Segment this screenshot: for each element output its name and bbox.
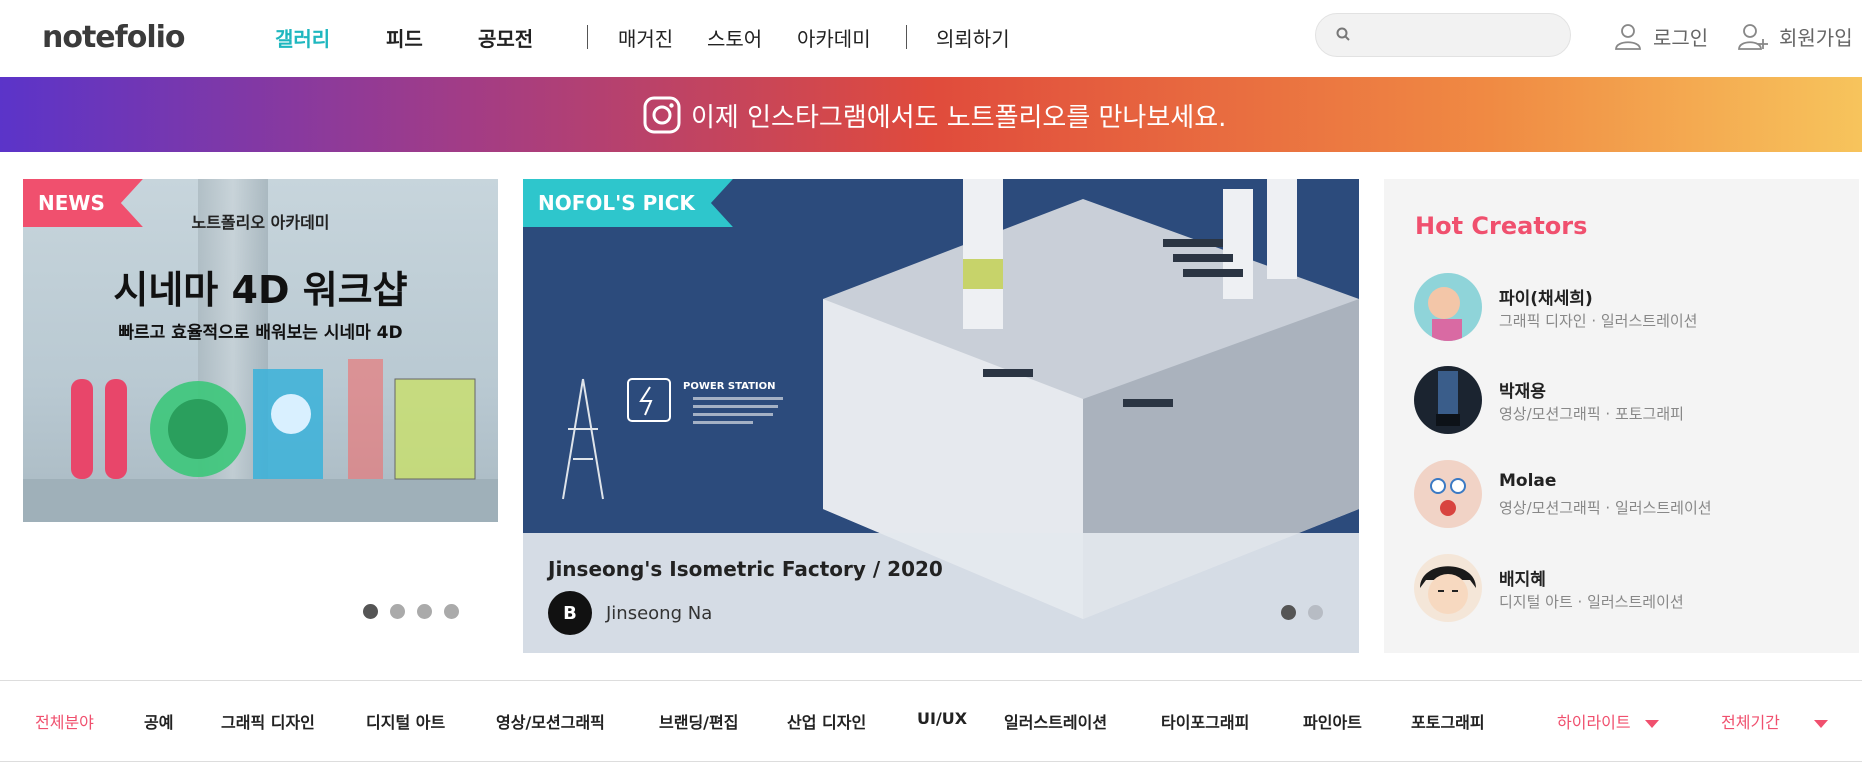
- category-uiux[interactable]: UI/UX: [917, 709, 967, 728]
- carousel-dot[interactable]: [444, 604, 459, 619]
- logo[interactable]: notefolio: [42, 20, 185, 55]
- nav-feed[interactable]: 피드: [386, 23, 423, 52]
- carousel-dot[interactable]: [417, 604, 432, 619]
- creator-avatar[interactable]: [1414, 273, 1482, 341]
- nav-divider: [587, 25, 588, 49]
- category-industrial-design[interactable]: 산업 디자인: [787, 709, 866, 733]
- creator-categories: 디지털 아트 · 일러스트레이션: [1499, 593, 1684, 611]
- creator-avatar[interactable]: [1414, 366, 1482, 434]
- author-name[interactable]: Jinseong Na: [606, 603, 712, 624]
- category-fine-art[interactable]: 파인아트: [1303, 709, 1362, 733]
- category-craft[interactable]: 공예: [144, 709, 173, 733]
- pick-card[interactable]: POWER STATION NOFOL'S PICK Jinseong's Is…: [523, 179, 1359, 653]
- banner-content: 이제 인스타그램에서도 노트폴리오를 만나보세요.: [643, 93, 1226, 137]
- creator-avatar[interactable]: [1414, 554, 1482, 622]
- header: notefolio 갤러리 피드 공모전 매거진 스토어 아카데미 의뢰하기 로…: [0, 0, 1862, 77]
- search-icon: [1336, 27, 1350, 41]
- category-digital-art[interactable]: 디지털 아트: [366, 709, 445, 733]
- category-illustration[interactable]: 일러스트레이션: [1004, 709, 1107, 733]
- search-box[interactable]: [1315, 13, 1571, 57]
- nav-store[interactable]: 스토어: [707, 23, 762, 52]
- creator-item[interactable]: 박재용 영상/모션그래픽 · 포토그래피: [1414, 366, 1834, 436]
- pick-caption: Jinseong's Isometric Factory / 2020 B Ji…: [523, 533, 1359, 653]
- login-link[interactable]: 로그인: [1613, 18, 1708, 54]
- carousel-dot[interactable]: [1308, 605, 1323, 620]
- category-typography[interactable]: 타이포그래피: [1161, 709, 1249, 733]
- news-carousel-dots: [363, 604, 459, 619]
- banner-text: 이제 인스타그램에서도 노트폴리오를 만나보세요.: [691, 102, 1227, 133]
- signup-link[interactable]: 회원가입: [1737, 18, 1853, 54]
- nav-academy[interactable]: 아카데미: [797, 23, 871, 52]
- letters-artwork: [23, 359, 498, 522]
- creator-categories: 영상/모션그래픽 · 일러스트레이션: [1499, 499, 1712, 517]
- chevron-down-icon: [1813, 719, 1828, 728]
- creator-item[interactable]: Molae 영상/모션그래픽 · 일러스트레이션: [1414, 460, 1834, 530]
- nav-divider: [906, 25, 907, 49]
- hot-creators-title: Hot Creators: [1415, 212, 1588, 240]
- creator-name: 배지혜: [1499, 570, 1546, 590]
- add-user-icon: [1738, 24, 1768, 50]
- ad-title: 시네마 4D 워크샵: [113, 268, 408, 312]
- instagram-banner[interactable]: 이제 인스타그램에서도 노트폴리오를 만나보세요.: [0, 77, 1862, 152]
- login-label: 로그인: [1653, 25, 1709, 50]
- nav-gallery[interactable]: 갤러리: [275, 23, 330, 52]
- creator-name: 파이(채세희): [1499, 289, 1593, 309]
- instagram-icon: [643, 96, 681, 134]
- category-all[interactable]: 전체분야: [35, 709, 94, 733]
- user-icon: [1615, 24, 1641, 50]
- sort-dropdown[interactable]: 하이라이트: [1557, 709, 1659, 733]
- carousel-dot[interactable]: [390, 604, 405, 619]
- svg-text:POWER STATION: POWER STATION: [683, 381, 776, 392]
- category-filter-bar: 전체분야 공예 그래픽 디자인 디지털 아트 영상/모션그래픽 브랜딩/편집 산…: [0, 680, 1862, 762]
- project-title[interactable]: Jinseong's Isometric Factory / 2020: [548, 557, 943, 581]
- creator-name: 박재용: [1499, 382, 1546, 402]
- nav-magazine[interactable]: 매거진: [618, 23, 673, 52]
- nav-contest[interactable]: 공모전: [478, 23, 533, 52]
- category-branding[interactable]: 브랜딩/편집: [659, 709, 738, 733]
- ad-description: 빠르고 효율적으로 배워보는 시네마 4D: [118, 323, 403, 343]
- pick-tag: NOFOL'S PICK: [523, 179, 733, 227]
- chevron-down-icon: [1644, 719, 1659, 728]
- creator-categories: 영상/모션그래픽 · 포토그래피: [1499, 405, 1684, 423]
- nav-request[interactable]: 의뢰하기: [936, 23, 1010, 52]
- news-card[interactable]: NEWS 노트폴리오 아카데미 시네마 4D 워크샵 빠르고 효율적으로 배워보…: [23, 179, 498, 522]
- creator-name: Molae: [1499, 471, 1557, 491]
- carousel-dot[interactable]: [363, 604, 378, 619]
- category-photography[interactable]: 포토그래피: [1411, 709, 1485, 733]
- creator-item[interactable]: 파이(채세희) 그래픽 디자인 · 일러스트레이션: [1414, 273, 1834, 343]
- creator-item[interactable]: 배지혜 디지털 아트 · 일러스트레이션: [1414, 554, 1834, 624]
- search-input[interactable]: [1366, 22, 1560, 50]
- pick-carousel-dots: [1281, 605, 1323, 620]
- signup-label: 회원가입: [1779, 25, 1853, 50]
- category-motion-graphics[interactable]: 영상/모션그래픽: [496, 709, 605, 733]
- creator-categories: 그래픽 디자인 · 일러스트레이션: [1499, 312, 1698, 330]
- carousel-dot[interactable]: [1281, 605, 1296, 620]
- ad-subtitle: 노트폴리오 아카데미: [191, 213, 330, 232]
- hot-creators-panel: Hot Creators 파이(채세희) 그래픽 디자인 · 일러스트레이션 박…: [1384, 179, 1859, 653]
- category-graphic-design[interactable]: 그래픽 디자인: [221, 709, 315, 733]
- author-avatar[interactable]: B: [548, 591, 592, 635]
- period-dropdown[interactable]: 전체기간: [1721, 709, 1828, 733]
- creator-avatar[interactable]: [1414, 460, 1482, 528]
